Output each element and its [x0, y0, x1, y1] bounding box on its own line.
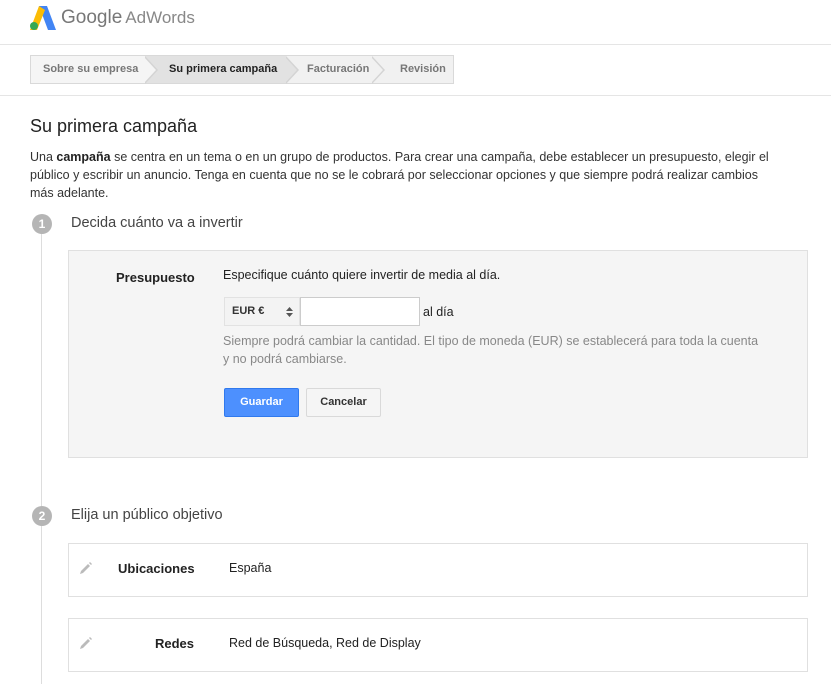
section-title-budget: Decida cuánto va a invertir [71, 215, 243, 231]
budget-description: Especifique cuánto quiere invertir de me… [223, 268, 501, 282]
step-su-primera-campana[interactable]: Su primera campaña [145, 56, 299, 84]
pencil-icon[interactable] [79, 636, 93, 650]
brand-product: AdWords [125, 8, 195, 27]
intro-bold: campaña [56, 150, 111, 164]
brand-google: Google [61, 7, 123, 28]
step-arrow [371, 56, 385, 84]
step-arrow [285, 56, 299, 84]
intro-rest: se centra en un tema o en un grupo de pr… [30, 150, 769, 200]
step-number-badge: 1 [32, 214, 52, 234]
section-title-audience: Elija un público objetivo [71, 507, 223, 523]
intro-prefix: Una [30, 150, 57, 164]
step-label: Sobre su empresa [43, 63, 139, 75]
row-label: Redes [155, 636, 195, 651]
budget-amount-input[interactable] [300, 297, 420, 326]
step-label: Facturación [307, 63, 370, 75]
steps-bar: Sobre su empresa Su primera campaña Fact… [0, 45, 831, 96]
brand-name: Google AdWords [61, 7, 195, 29]
networks-row[interactable]: Redes Red de Búsqueda, Red de Display [68, 618, 808, 672]
budget-label: Presupuesto [116, 270, 195, 285]
budget-panel: Presupuesto Especifique cuánto quiere in… [68, 250, 808, 458]
step-sobre-su-empresa[interactable]: Sobre su empresa [31, 56, 158, 84]
pencil-icon[interactable] [79, 561, 93, 575]
row-value: Red de Búsqueda, Red de Display [229, 636, 421, 650]
step-label: Revisión [400, 63, 446, 75]
step-arrow [144, 56, 158, 84]
adwords-logo-icon [30, 6, 56, 30]
page-title: Su primera campaña [30, 116, 198, 136]
top-bar: Google AdWords [0, 0, 831, 45]
intro-text: Una campaña se centra en un tema o en un… [30, 148, 770, 202]
select-updown-icon [286, 307, 293, 317]
currency-select[interactable]: EUR € [224, 297, 300, 326]
locations-row[interactable]: Ubicaciones España [68, 543, 808, 597]
step-label: Su primera campaña [169, 63, 278, 75]
step-number-badge: 2 [32, 506, 52, 526]
timeline-line [41, 224, 42, 684]
row-label: Ubicaciones [118, 561, 195, 576]
row-value: España [229, 561, 272, 575]
budget-hint: Siempre podrá cambiar la cantidad. El ti… [223, 334, 759, 366]
save-button[interactable]: Guardar [224, 388, 299, 417]
per-day-label: al día [423, 305, 454, 319]
step-breadcrumb: Sobre su empresa Su primera campaña Fact… [30, 55, 454, 84]
currency-value: EUR € [232, 305, 265, 317]
cancel-button[interactable]: Cancelar [306, 388, 381, 417]
